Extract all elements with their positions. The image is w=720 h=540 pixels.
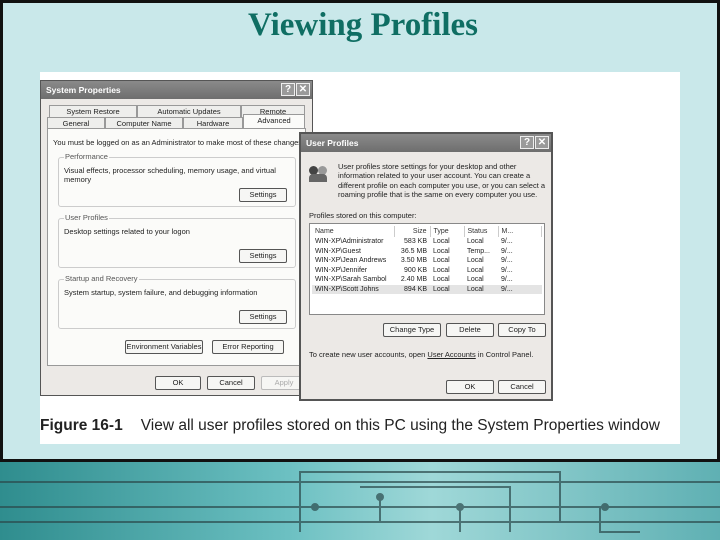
column-type[interactable]: Type [430, 226, 465, 237]
profile-name: WIN-XP\Jennifer [315, 266, 368, 274]
users-icon [309, 166, 329, 182]
profile-size: 894 KB [404, 285, 427, 293]
column-size[interactable]: Size [394, 226, 431, 237]
tab-system-restore[interactable]: System Restore [49, 105, 137, 117]
profile-type: Local [433, 266, 450, 274]
copy-to-button[interactable]: Copy To [498, 323, 546, 337]
profile-row[interactable]: WIN-XP\Administrator 583 KB Local Local 9/..… [312, 237, 542, 247]
user-profiles-group: User Profiles Desktop settings related to… [58, 213, 296, 268]
column-status[interactable]: Status [464, 226, 499, 237]
profile-name: WIN-XP\Administrator [315, 238, 384, 246]
startup-recovery-group: Startup and Recovery System startup, syst… [58, 274, 296, 329]
profile-row[interactable]: WIN-XP\Sarah Sambol 2.40 MB Local Local 9/..… [312, 275, 542, 285]
ok-button[interactable]: OK [155, 376, 201, 390]
profile-type: Local [433, 285, 450, 293]
performance-group: Performance Visual effects, processor sch… [58, 152, 296, 207]
help-button[interactable]: ? [281, 83, 295, 96]
group-desc: Visual effects, processor scheduling, me… [64, 166, 276, 184]
cancel-button[interactable]: Cancel [498, 380, 546, 394]
profile-modified: 9/... [501, 276, 513, 284]
profile-name: WIN-XP\Jean Andrews [315, 257, 387, 265]
profile-status: Local [467, 238, 484, 246]
profiles-list[interactable]: Name Size Type Status M... WIN-XP\Admini… [309, 223, 545, 315]
column-name[interactable]: Name [312, 226, 395, 237]
profile-modified: 9/... [501, 266, 513, 274]
tab-panel: You must be logged on as an Administrato… [47, 128, 306, 366]
profile-type: Local [433, 276, 450, 284]
profile-status: Temp... [467, 247, 490, 255]
profile-status: Local [467, 285, 484, 293]
profile-size: 36.5 MB [400, 247, 427, 255]
profile-status: Local [467, 266, 484, 274]
profile-type: Local [433, 247, 450, 255]
profile-modified: 9/... [501, 285, 513, 293]
close-button[interactable]: ✕ [535, 136, 549, 149]
list-label: Profiles stored on this computer: [309, 211, 417, 220]
profile-row[interactable]: WIN-XP\Jean Andrews 3.50 MB Local Local 9/..… [312, 256, 542, 266]
profile-row[interactable]: WIN-XP\Jennifer 900 KB Local Local 9/... [312, 266, 542, 276]
profile-type: Local [433, 257, 450, 265]
figure-caption: Figure 16-1 View all user profiles stored… [40, 417, 660, 435]
error-reporting-button[interactable]: Error Reporting [212, 340, 284, 354]
profile-row[interactable]: WIN-XP\Scott Johns 894 KB Local Local 9/... [312, 284, 542, 294]
help-button[interactable]: ? [520, 136, 534, 149]
group-label: Performance [64, 152, 109, 161]
circuit-decoration [0, 462, 720, 540]
column-modified[interactable]: M... [498, 226, 542, 237]
change-type-button[interactable]: Change Type [383, 323, 441, 337]
user-profiles-window: User Profiles ? ✕ User profiles store se… [299, 132, 553, 401]
footer-post: in Control Panel. [475, 350, 534, 359]
title-bar: System Properties ? ✕ [41, 81, 312, 99]
cancel-button[interactable]: Cancel [207, 376, 255, 390]
list-header: Name Size Type Status M... [312, 226, 542, 237]
window-title: User Profiles [306, 138, 359, 148]
profile-size: 583 KB [404, 238, 427, 246]
environment-variables-button[interactable]: Environment Variables [125, 340, 203, 354]
group-desc: System startup, system failure, and debu… [64, 288, 258, 297]
profile-modified: 9/... [501, 257, 513, 265]
close-button[interactable]: ✕ [296, 83, 310, 96]
intro-text: User profiles store settings for your de… [338, 162, 546, 199]
user-accounts-link[interactable]: User Accounts [427, 350, 475, 359]
profile-type: Local [433, 238, 450, 246]
group-label: Startup and Recovery [64, 274, 139, 283]
profile-status: Local [467, 276, 484, 284]
slide-title: Viewing Profiles [247, 7, 479, 43]
profile-name: WIN-XP\Sarah Sambol [315, 276, 387, 284]
profile-row[interactable]: WIN-XP\Guest 36.5 MB Local Temp... 9/... [312, 247, 542, 257]
group-desc: Desktop settings related to your logon [64, 227, 190, 236]
performance-settings-button[interactable]: Settings [239, 188, 287, 202]
delete-button[interactable]: Delete [446, 323, 494, 337]
system-properties-window: System Properties ? ✕ System Restore Aut… [40, 80, 313, 396]
footer-pre: To create new user accounts, open [309, 350, 428, 359]
profile-name: WIN-XP\Scott Johns [315, 285, 379, 293]
profile-status: Local [467, 257, 484, 265]
tab-automatic-updates[interactable]: Automatic Updates [137, 105, 241, 117]
profile-size: 2.40 MB [400, 276, 427, 284]
user-profiles-settings-button[interactable]: Settings [239, 249, 287, 263]
figure: System Properties ? ✕ System Restore Aut… [40, 72, 680, 444]
caption-text: View all user profiles stored on this PC… [140, 417, 660, 434]
footer-text: To create new user accounts, open User A… [309, 350, 533, 359]
startup-settings-button[interactable]: Settings [239, 310, 287, 324]
window-title: System Properties [46, 85, 121, 95]
figure-label: Figure 16-1 [40, 417, 123, 434]
title-bar: User Profiles ? ✕ [301, 134, 551, 152]
ok-button[interactable]: OK [446, 380, 494, 394]
profile-modified: 9/... [501, 247, 513, 255]
profile-size: 3.50 MB [400, 257, 427, 265]
group-label: User Profiles [64, 213, 109, 222]
profile-name: WIN-XP\Guest [315, 247, 361, 255]
admin-note: You must be logged on as an Administrato… [53, 138, 305, 147]
tab-advanced[interactable]: Advanced [243, 114, 305, 129]
profile-modified: 9/... [501, 238, 513, 246]
profile-size: 900 KB [404, 266, 427, 274]
